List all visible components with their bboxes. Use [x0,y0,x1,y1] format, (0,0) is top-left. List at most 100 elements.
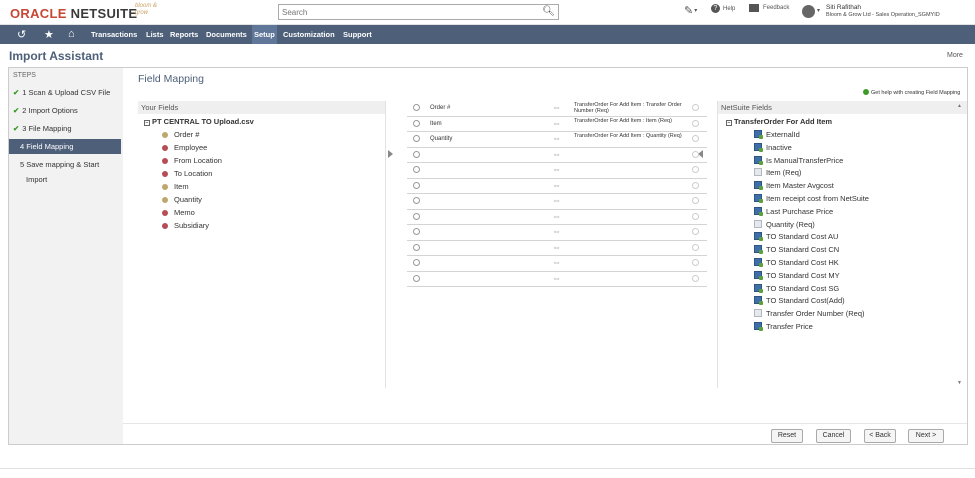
nav-customization[interactable]: Customization [283,25,335,44]
link-arrows-icon: ⇔ [552,195,561,205]
more-link[interactable]: More [947,52,963,59]
edit-mapping-icon[interactable] [413,274,420,282]
recent-records-icon[interactable]: ✎ ▾ [684,4,697,17]
your-field-item[interactable]: Item [162,182,189,191]
mapping-row[interactable]: ⇔ [407,163,707,179]
step-3[interactable]: ✔ 3 File Mapping [9,121,121,136]
step-4[interactable]: 4 Field Mapping [9,139,121,154]
collapse-left-icon[interactable] [388,150,393,158]
mapping-row[interactable]: Order # ⇔ TransferOrder For Add Item : Tra… [407,101,707,117]
your-field-item[interactable]: From Location [162,156,222,165]
remove-mapping-icon[interactable] [692,274,699,282]
edit-mapping-icon[interactable] [413,166,420,173]
netsuite-field-item[interactable]: TO Standard Cost HK [754,258,839,267]
mapping-row[interactable]: Item ⇔ TransferOrder For Add Item : Item (… [407,117,707,132]
your-field-item[interactable]: Order # [162,130,199,139]
star-icon[interactable]: ★ [44,28,54,41]
netsuite-field-item[interactable]: Item Master Avgcost [754,181,834,191]
your-field-item[interactable]: Quantity [162,195,202,204]
file-node[interactable]: − PT CENTRAL TO Upload.csv [144,117,254,126]
edit-mapping-icon[interactable] [413,197,420,204]
mapping-row[interactable]: ⇔ [407,241,707,256]
mapping-row[interactable]: Quantity ⇔ TransferOrder For Add Item : Qu… [407,132,707,148]
scrollbar[interactable]: ▲ ▼ [957,101,963,388]
edit-mapping-icon[interactable] [413,259,420,266]
edit-mapping-icon[interactable] [413,150,420,158]
back-button[interactable]: < Back [864,429,896,443]
netsuite-field-item[interactable]: Is ManualTransferPrice [754,155,843,165]
scroll-up-icon[interactable]: ▲ [957,103,962,109]
remove-mapping-icon[interactable] [692,259,699,266]
collapse-icon[interactable]: − [726,120,732,126]
step-1[interactable]: ✔ 1 Scan & Upload CSV File [9,85,121,100]
your-field-item[interactable]: Employee [162,143,207,152]
netsuite-field-item[interactable]: TO Standard Cost AU [754,232,838,242]
remove-mapping-icon[interactable] [692,243,699,251]
scroll-down-icon[interactable]: ▼ [957,380,962,386]
netsuite-field-item[interactable]: Last Purchase Price [754,206,833,216]
remove-mapping-icon[interactable] [692,197,699,204]
edit-mapping-icon[interactable] [413,119,420,127]
mapping-row[interactable]: ⇔ [407,194,707,210]
recent-icon[interactable]: ↺ [17,28,26,41]
your-field-item[interactable]: To Location [162,169,212,178]
remove-mapping-icon[interactable] [692,104,699,111]
nav-support[interactable]: Support [343,25,372,44]
remove-mapping-icon[interactable] [692,119,699,127]
mapping-row[interactable]: ⇔ [407,225,707,241]
netsuite-field-item[interactable]: Transfer Price [754,322,813,331]
edit-mapping-icon[interactable] [413,243,420,251]
help-link[interactable]: ? Help [711,4,735,13]
global-search[interactable]: 🔍︎ [278,4,559,20]
netsuite-logo[interactable]: ORACLE NETSUITE [10,6,137,21]
search-input[interactable] [279,5,529,19]
remove-mapping-icon[interactable] [692,228,699,235]
search-icon[interactable]: 🔍︎ [542,6,555,17]
mapping-row[interactable]: ⇔ [407,179,707,194]
reset-button[interactable]: Reset [771,429,803,443]
link-arrows-icon: ⇔ [552,117,561,128]
field-icon [754,309,762,318]
netsuite-field-item[interactable]: TO Standard Cost CN [754,245,839,255]
record-node[interactable]: − TransferOrder For Add Item [726,117,832,126]
help-link-field-mapping[interactable]: Get help with creating Field Mapping [863,89,960,96]
netsuite-field-item[interactable]: Transfer Order Number (Req) [754,309,865,318]
your-field-item[interactable]: Subsidiary [162,221,209,230]
remove-mapping-icon[interactable] [692,135,699,142]
edit-mapping-icon[interactable] [413,212,420,220]
mapping-row[interactable]: ⇔ [407,148,707,163]
remove-mapping-icon[interactable] [692,166,699,173]
next-button[interactable]: Next > [908,429,944,443]
netsuite-field-item[interactable]: ExternalId [754,130,800,139]
step-2[interactable]: ✔ 2 Import Options [9,103,121,118]
your-field-item[interactable]: Memo [162,208,195,217]
netsuite-field-item[interactable]: Item (Req) [754,168,801,177]
remove-mapping-icon[interactable] [692,150,699,158]
nav-transactions[interactable]: Transactions [91,25,137,44]
mapping-row[interactable]: ⇔ [407,210,707,225]
netsuite-field-item[interactable]: Item receipt cost from NetSuite [754,194,869,203]
mapping-row[interactable]: ⇔ [407,256,707,272]
remove-mapping-icon[interactable] [692,212,699,220]
remove-mapping-icon[interactable] [692,181,699,189]
link-arrows-icon: ⇔ [552,148,561,159]
step-5[interactable]: 5 Save mapping & Start [9,157,121,172]
netsuite-field-item[interactable]: TO Standard Cost(Add) [754,296,845,306]
netsuite-field-item[interactable]: Inactive [754,142,792,152]
feedback-link[interactable]: Feedback [749,4,789,12]
edit-mapping-icon[interactable] [413,181,420,189]
nav-setup[interactable]: Setup [252,25,277,44]
netsuite-field-item[interactable]: Quantity (Req) [754,219,815,229]
nav-reports[interactable]: Reports [170,25,198,44]
nav-documents[interactable]: Documents [206,25,247,44]
cancel-button[interactable]: Cancel [816,429,851,443]
collapse-icon[interactable]: − [144,120,150,126]
home-icon[interactable]: ⌂ [68,28,75,40]
edit-mapping-icon[interactable] [413,104,420,111]
netsuite-field-item[interactable]: TO Standard Cost MY [754,270,840,280]
edit-mapping-icon[interactable] [413,228,420,235]
netsuite-field-item[interactable]: TO Standard Cost SG [754,283,839,293]
nav-lists[interactable]: Lists [146,25,164,44]
mapping-row[interactable]: ⇔ [407,272,707,287]
edit-mapping-icon[interactable] [413,135,420,142]
